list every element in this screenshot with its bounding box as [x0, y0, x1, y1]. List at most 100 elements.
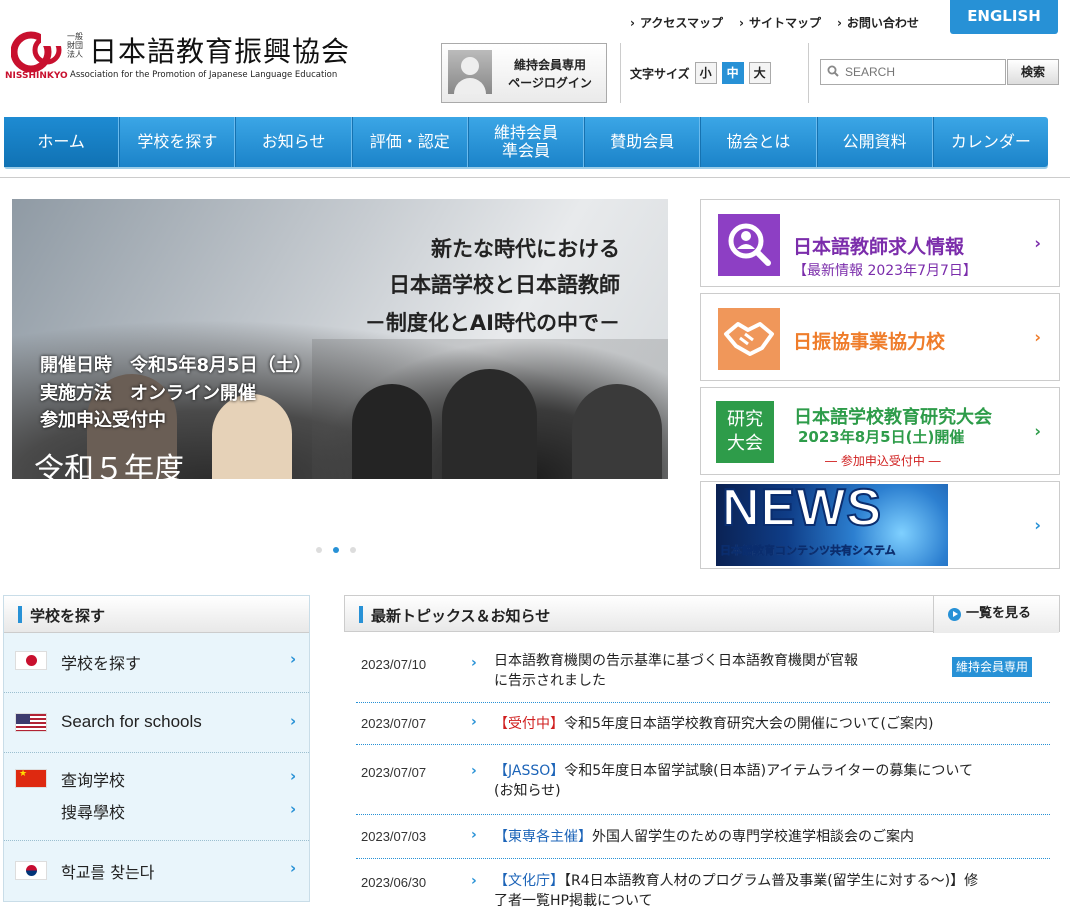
- contact-link[interactable]: お問い合わせ: [837, 14, 919, 31]
- topic-text: 【受付中】令和5年度日本語学校教育研究大会の開催について(ご案内): [494, 714, 933, 734]
- font-size-small-button[interactable]: 小: [694, 62, 717, 84]
- conference-note: ― 参加申込受付中 ―: [825, 454, 941, 468]
- school-search-label: 学校を探す: [61, 654, 142, 673]
- nav-supporting-members[interactable]: 賛助会員: [584, 117, 701, 167]
- japan-flag-icon: [15, 651, 47, 670]
- topic-item[interactable]: 2023/07/03 › 【東専各主催】外国人留学生のための専門学校進学相談会の…: [356, 815, 1050, 859]
- topic-text: 日本語教育機関の告示基準に基づく日本語教育機関が官報 に告示されました: [494, 653, 858, 689]
- chevron-right-icon: ›: [290, 712, 297, 730]
- font-size-label: 文字サイズ: [630, 66, 690, 81]
- member-avatar-icon: [448, 50, 492, 94]
- partner-school-banner[interactable]: 日振協事業協力校 ›: [700, 293, 1060, 381]
- divider: [0, 177, 1070, 178]
- logo-romaji: NISSHINKYO: [5, 71, 68, 81]
- news-title: NEWS: [721, 484, 882, 538]
- logo-english-name: Association for the Promotion of Japanes…: [70, 70, 338, 80]
- topic-date: 2023/07/10: [361, 657, 427, 672]
- school-search-label-simplified[interactable]: 查询学校: [61, 767, 125, 791]
- hero-status: 参加申込受付中: [40, 410, 166, 431]
- chevron-right-icon: ›: [471, 873, 477, 889]
- audience-silhouette: [352, 384, 432, 479]
- partner-title: 日振協事業協力校: [793, 331, 946, 353]
- nav-members[interactable]: 維持会員 準会員: [467, 117, 585, 167]
- sitemap-link[interactable]: サイトマップ: [739, 14, 821, 31]
- search-button[interactable]: 検索: [1007, 59, 1059, 85]
- heading-bar: [359, 606, 363, 623]
- school-search-english[interactable]: Search for schools ›: [4, 693, 309, 753]
- divider: [620, 43, 621, 103]
- topic-text: 【JASSO】令和5年度日本留学試験(日本語)アイテムライターの募集について (…: [494, 761, 973, 801]
- nav-calendar[interactable]: カレンダー: [932, 117, 1048, 167]
- school-search-japanese[interactable]: 学校を探す ›: [4, 633, 309, 693]
- china-flag-icon: [15, 769, 47, 788]
- hero-title: 日本語学校と日本語教師: [389, 273, 620, 297]
- slider-dot[interactable]: [316, 547, 322, 553]
- topic-title: 【R4日本語教育人材のプログラム普及事業(留学生に対する～)】修 了者一覧HP掲…: [494, 873, 979, 909]
- topic-date: 2023/06/30: [361, 875, 427, 890]
- panel-title: 最新トピックス＆お知らせ: [371, 607, 551, 625]
- site-logo[interactable]: NISSHINKYO 一般財団法人 日本語教育振興協会 Association …: [5, 30, 375, 86]
- nav-evaluation[interactable]: 評価・認定: [351, 117, 468, 167]
- utility-links: アクセスマップ サイトマップ お問い合わせ: [630, 14, 919, 31]
- global-nav: ホーム 学校を探す お知らせ 評価・認定 維持会員 準会員 賛助会員 協会とは …: [4, 117, 1048, 167]
- conference-date: 2023年8月5日(土)開催: [798, 428, 965, 446]
- chevron-right-icon: ›: [1034, 233, 1041, 253]
- conference-banner[interactable]: 研究 大会 日本語学校教育研究大会 2023年8月5日(土)開催 ― 参加申込受…: [700, 387, 1060, 475]
- school-search-label: 학교를 찾는다: [61, 863, 155, 882]
- topic-item[interactable]: 2023/07/07 › 【受付中】令和5年度日本語学校教育研究大会の開催につい…: [356, 703, 1050, 745]
- nav-news[interactable]: お知らせ: [235, 117, 352, 167]
- nav-public-documents[interactable]: 公開資料: [816, 117, 933, 167]
- recruit-banner[interactable]: 日本語教師求人情報 【最新情報 2023年7月7日】 ›: [700, 199, 1060, 287]
- conference-badge-text: 研究 大会: [727, 409, 763, 454]
- search-person-icon: [718, 214, 780, 276]
- member-only-badge: 維持会員専用: [952, 657, 1033, 677]
- panel-header: 最新トピックス＆お知らせ 一覧を見る: [344, 595, 1060, 633]
- topic-item[interactable]: 2023/06/30 › 【文化庁】【R4日本語教育人材のプログラム普及事業(留…: [356, 859, 1050, 917]
- school-search-label: Search for schools: [61, 712, 202, 731]
- slider-dot[interactable]: [350, 547, 356, 553]
- chevron-right-icon: ›: [471, 655, 477, 671]
- hero-date: 開催日時 令和5年8月5日（土）: [40, 355, 312, 376]
- english-button[interactable]: ENGLISH: [950, 0, 1058, 34]
- hero-slide[interactable]: 新たな時代における 日本語学校と日本語教師 －制度化とAI時代の中で－ 開催日時…: [12, 199, 668, 479]
- search-input[interactable]: [845, 60, 995, 84]
- access-map-link[interactable]: アクセスマップ: [630, 14, 723, 31]
- topic-text: 【東専各主催】外国人留学生のための専門学校進学相談会のご案内: [494, 827, 914, 847]
- audience-silhouette: [572, 384, 662, 479]
- news-banner-image: NEWS 日本語教育コンテンツ共有システム: [716, 484, 948, 566]
- topic-tag: 【受付中】: [494, 716, 564, 732]
- font-size-medium-button[interactable]: 中: [721, 62, 744, 84]
- topic-date: 2023/07/07: [361, 765, 427, 780]
- school-search-panel: 学校を探す 学校を探す › Search for schools › 查询学校 …: [3, 595, 310, 902]
- nisshinkyo-logo-icon: [11, 30, 65, 73]
- audience-silhouette: [442, 369, 537, 479]
- hero-title: 新たな時代における: [431, 237, 620, 261]
- member-login-button[interactable]: 維持会員専用 ページログイン: [441, 43, 607, 103]
- topic-title: 外国人留学生のための専門学校進学相談会のご案内: [592, 829, 914, 845]
- recruit-title: 日本語教師求人情報: [793, 236, 965, 258]
- chevron-right-icon: ›: [1034, 515, 1041, 535]
- topic-tag: 【JASSO】: [494, 763, 565, 779]
- audience-silhouette: [212, 394, 292, 479]
- school-search-korean[interactable]: 학교를 찾는다 ›: [4, 841, 309, 901]
- news-banner[interactable]: NEWS 日本語教育コンテンツ共有システム ›: [700, 481, 1060, 569]
- chevron-right-icon: ›: [471, 763, 477, 779]
- topic-item[interactable]: 2023/07/07 › 【JASSO】令和5年度日本留学試験(日本語)アイテム…: [356, 745, 1050, 815]
- chevron-right-icon: ›: [1034, 327, 1041, 347]
- slider-pagination: [316, 547, 356, 553]
- school-search-chinese[interactable]: 查询学校 › 搜尋學校 ›: [4, 753, 309, 841]
- search-box: [820, 59, 1006, 85]
- school-search-label-traditional[interactable]: 搜尋學校: [61, 799, 125, 823]
- topic-item[interactable]: 2023/07/10 › 日本語教育機関の告示基準に基づく日本語教育機関が官報 …: [356, 645, 1050, 703]
- nav-home[interactable]: ホーム: [4, 117, 120, 167]
- topic-date: 2023/07/03: [361, 829, 427, 844]
- slider-dot-active[interactable]: [333, 547, 339, 553]
- topics-panel: 最新トピックス＆お知らせ 一覧を見る 2023/07/10 › 日本語教育機関の…: [344, 595, 1060, 923]
- view-all-button[interactable]: 一覧を見る: [933, 596, 1059, 633]
- nav-about[interactable]: 協会とは: [700, 117, 817, 167]
- font-size-control: 文字サイズ 小 中 大: [630, 62, 771, 84]
- divider: [808, 43, 809, 103]
- font-size-large-button[interactable]: 大: [748, 62, 771, 84]
- hero-year: 令和５年度: [34, 452, 184, 479]
- nav-find-school[interactable]: 学校を探す: [119, 117, 236, 167]
